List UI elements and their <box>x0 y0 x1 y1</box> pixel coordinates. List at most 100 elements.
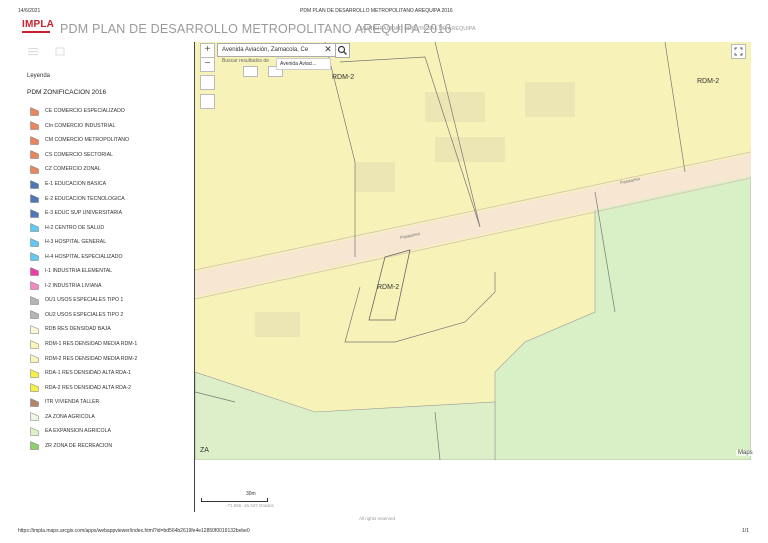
legend-item: H-4 HOSPITAL ESPECIALIZADO <box>30 249 190 264</box>
zone-agricola-southwest[interactable] <box>195 371 496 460</box>
building <box>425 92 485 122</box>
legend-item: ITR VIVIENDA TALLER <box>30 395 190 410</box>
legend-swatch <box>30 223 39 232</box>
building <box>355 162 395 192</box>
legend-label: OU1 USOS ESPECIALES TIPO 1 <box>45 297 124 304</box>
map-canvas[interactable] <box>195 42 751 460</box>
print-page: 1/1 <box>742 528 749 534</box>
print-title: PDM PLAN DE DESARROLLO METROPOLITANO ARE… <box>300 8 453 14</box>
legend-label: E-1 EDUCACION BASICA <box>45 181 107 187</box>
legend-label: H-3 HOSPITAL GENERAL <box>45 239 107 246</box>
legend-label: RDB RES DENSIDAD BAJA <box>45 326 111 333</box>
legend-item: RDA-2 RES DENSIDAD ALTA RDA-2 <box>30 380 190 395</box>
legend-label: CM COMERCIO METROPOLITANO <box>45 137 130 144</box>
clear-search-icon[interactable]: ✕ <box>322 43 334 55</box>
search-icon <box>337 45 347 55</box>
legend-swatch <box>30 179 39 189</box>
legend-swatch <box>30 325 39 334</box>
legend-label: I-1 INDUSTRIA ELEMENTAL <box>45 268 113 275</box>
home-button[interactable] <box>200 75 215 90</box>
legend-label: E-2 EDUCACION TECNOLOGICA <box>45 195 125 202</box>
zoom-in-button[interactable]: + <box>200 43 215 58</box>
legend-item: RDB RES DENSIDAD BAJA <box>30 322 190 337</box>
panel-toolbar <box>20 42 194 66</box>
legend-item: H-3 HOSPITAL GENERAL <box>30 235 190 250</box>
legend-label: E-3 EDUC SUP UNIVERSITARIA <box>45 210 123 217</box>
logo-text: IMPLA <box>22 19 55 30</box>
legend-item: OU1 USOS ESPECIALES TIPO 1 <box>30 293 190 308</box>
legend-list: CE COMERCIO ESPECIALIZADO CIn COMERCIO IN… <box>30 104 190 453</box>
legend-swatch <box>30 426 39 436</box>
legend-item: ZR ZONA DE RECREACION <box>30 439 190 454</box>
legend-swatch <box>30 194 39 203</box>
parcel-line <box>664 42 686 173</box>
logo-underline <box>22 31 50 33</box>
search-button[interactable] <box>335 43 350 58</box>
legend-swatch <box>30 397 39 407</box>
print-date: 14/6/2021 <box>18 8 41 14</box>
legend-label: RDM-2 RES DENSIDAD MEDIA RDM-2 <box>45 355 138 362</box>
legend-label: RDA-1 RES DENSIDAD ALTA RDA-1 <box>45 370 131 377</box>
legend-swatch <box>30 339 39 349</box>
legend-swatch <box>30 295 39 305</box>
fullscreen-icon <box>734 47 743 56</box>
legend-heading: Leyenda <box>27 73 51 79</box>
legend-item: RDM-2 RES DENSIDAD MEDIA RDM-2 <box>30 351 190 366</box>
legend-swatch <box>30 208 39 218</box>
legend-swatch <box>30 281 39 291</box>
legend-item: ZA ZONA AGRICOLA <box>30 409 190 424</box>
map-view[interactable] <box>195 42 751 460</box>
legend-item: RDA-1 RES DENSIDAD ALTA RDA-1 <box>30 366 190 381</box>
search-suggestion[interactable]: Avenida Aviaci... <box>276 58 331 70</box>
impla-logo[interactable]: IMPLA <box>22 20 54 37</box>
legend-label: H-4 HOSPITAL ESPECIALIZADO <box>45 253 123 260</box>
map-label-rdm2-center: RDM-2 <box>377 284 400 291</box>
map-label-rdm2-top-left: RDM-2 <box>332 74 355 81</box>
app-subtitle: MUNICIPALIDAD PROVINCIAL DE AREQUIPA <box>360 26 476 32</box>
legend-swatch <box>30 165 39 174</box>
legend-swatch <box>30 121 39 131</box>
legend-item: CE COMERCIO ESPECIALIZADO <box>30 104 190 119</box>
building <box>525 82 575 117</box>
legend-label: OU2 USOS ESPECIALES TIPO 2 <box>45 311 124 318</box>
panel-toolbar-icons <box>28 47 65 56</box>
zoom-out-button[interactable]: − <box>200 57 215 72</box>
legend-label: CS COMERCIO SECTORIAL <box>45 151 113 158</box>
legend-label: RDA-2 RES DENSIDAD ALTA RDA-2 <box>45 384 131 391</box>
locate-button[interactable] <box>200 94 215 109</box>
legend-item: CIn COMERCIO INDUSTRIAL <box>30 119 190 134</box>
widget-button[interactable] <box>243 66 258 77</box>
legend-icon[interactable] <box>55 47 65 56</box>
legend-swatch <box>30 368 39 378</box>
legend-item: CM COMERCIO METROPOLITANO <box>30 133 190 148</box>
legend-swatch <box>30 135 39 145</box>
print-url: https://impla.maps.arcgis.com/apps/webap… <box>18 528 250 534</box>
legend-swatch <box>30 266 39 276</box>
legend-swatch <box>30 412 39 421</box>
legend-label: EA EXPANSION AGRICOLA <box>45 428 111 435</box>
legend-item: I-1 INDUSTRIA ELEMENTAL <box>30 264 190 279</box>
legend-label: I-2 INDUSTRIA LIVIANA <box>45 282 102 289</box>
legend-swatch <box>30 383 39 392</box>
legend-item: I-2 INDUSTRIA LIVIANA <box>30 279 190 294</box>
legend-swatch <box>30 441 39 451</box>
legend-item: RDM-1 RES DENSIDAD MEDIA RDM-1 <box>30 337 190 352</box>
legend-item: E-3 EDUC SUP UNIVERSITARIA <box>30 206 190 221</box>
legend-swatch <box>30 310 39 320</box>
legend-label: CZ COMERCIO ZONAL <box>45 166 101 173</box>
legend-label: RDM-1 RES DENSIDAD MEDIA RDM-1 <box>45 341 138 348</box>
fullscreen-button[interactable] <box>731 44 746 59</box>
legend-item: E-1 EDUCACION BASICA <box>30 177 190 192</box>
legend-label: ZR ZONA DE RECREACION <box>45 442 113 449</box>
map-label-rdm2-top-right: RDM-2 <box>697 78 720 85</box>
coordinates-readout: -71.556 -16.347 Grados <box>226 503 274 508</box>
legend-label: CIn COMERCIO INDUSTRIAL <box>45 122 116 129</box>
legend-label: H-2 CENTRO DE SALUD <box>45 224 105 231</box>
legend-label: ITR VIVIENDA TALLER <box>45 399 100 406</box>
legend-label: ZA ZONA AGRICOLA <box>45 413 95 420</box>
building <box>255 312 300 337</box>
legend-swatch <box>30 106 39 116</box>
legend-swatch <box>30 354 39 363</box>
legend-label: CE COMERCIO ESPECIALIZADO <box>45 108 125 115</box>
layer-list-icon[interactable] <box>28 48 38 56</box>
